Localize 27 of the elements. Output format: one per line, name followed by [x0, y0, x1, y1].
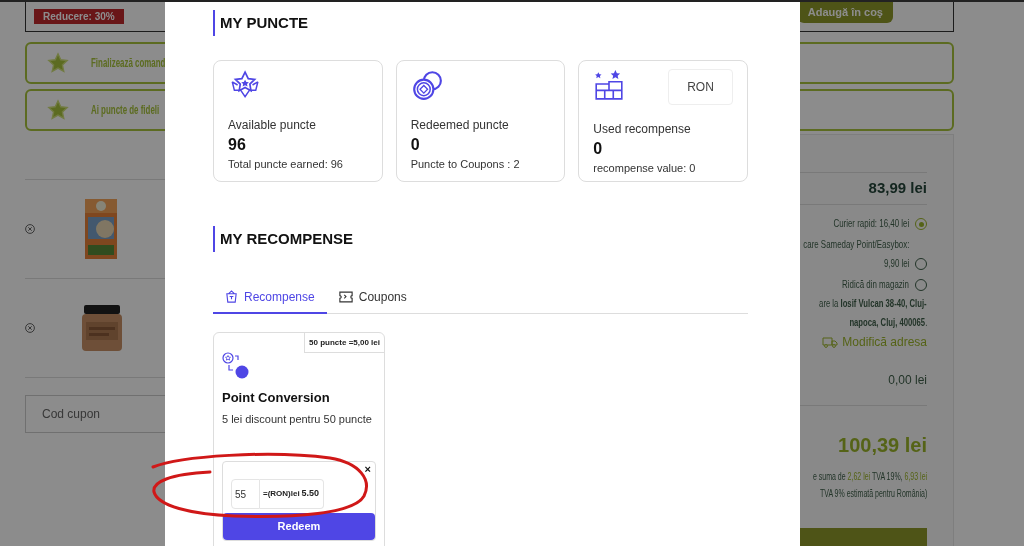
stat-value: 96 [228, 135, 247, 155]
reward-description: 5 lei discount pentru 50 puncte [222, 411, 373, 427]
stat-note: Puncte to Coupons : 2 [410, 157, 521, 172]
conversion-label: =(RON)lei [263, 488, 300, 500]
section-heading: MY RECOMPENSE [220, 228, 354, 249]
vat-note: e suma de 2,62 lei TVA 19%, 6,93 lei [812, 470, 927, 485]
stat-label: Available puncte [228, 117, 317, 134]
currency-box: RON [668, 69, 733, 105]
converted-amount: 5.50 [301, 487, 319, 501]
subtotal-amount: 83,99 lei [868, 178, 927, 199]
notice-text: Finalizează comand [91, 55, 166, 72]
stat-label: Redeemed puncte [410, 117, 510, 134]
discount-amount: 0,00 lei [888, 372, 927, 390]
rate-badge: 50 puncte =5,00 lei [304, 333, 384, 353]
reward-title: Point Conversion [222, 389, 331, 407]
section-heading: MY PUNCTE [220, 12, 309, 33]
stat-note: recompense value: 0 [593, 161, 697, 176]
stat-note: Total puncte earned: 96 [228, 157, 344, 172]
notice-text: Ai puncte de fideli [91, 102, 160, 119]
discount-badge: Reducere: 30% [34, 9, 124, 24]
total-amount: 100,39 lei [838, 433, 927, 459]
stat-value: 0 [410, 135, 421, 155]
vat-note: TVA 9% estimată pentru România) [819, 487, 927, 502]
stat-label: Used recompense [593, 121, 692, 138]
address-text: napoca, Cluj, 400065. [849, 315, 927, 331]
stat-value: 0 [593, 139, 604, 159]
address-text: are la Iosif Vulcan 38-40, Cluj- [819, 296, 927, 312]
